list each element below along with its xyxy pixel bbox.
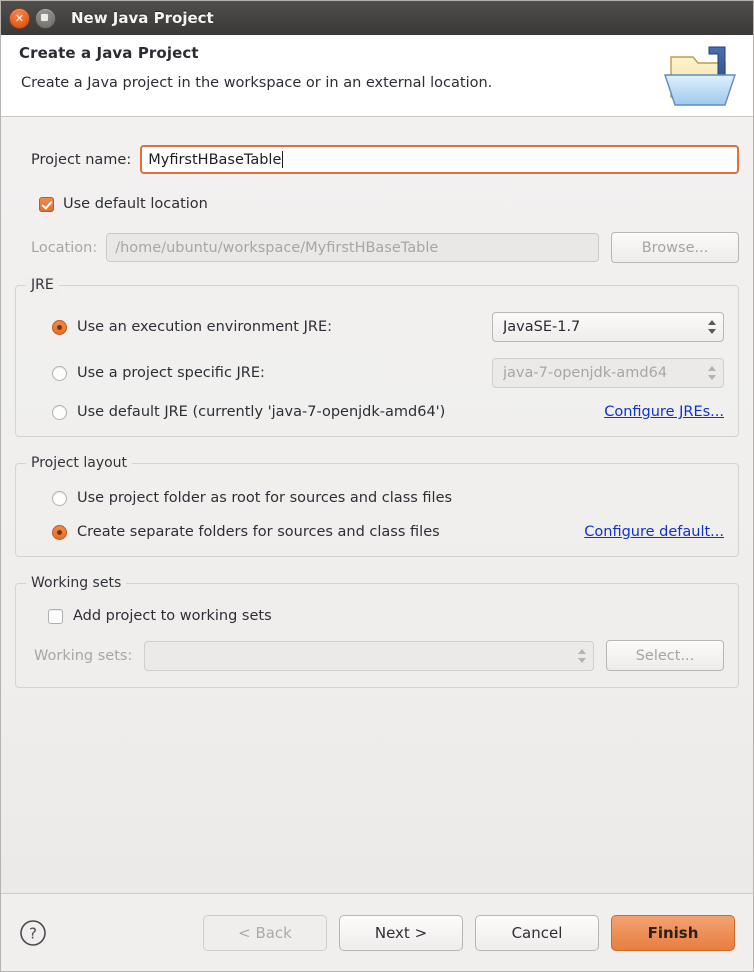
location-value: /home/ubuntu/workspace/MyfirstHBaseTable	[115, 239, 439, 256]
use-default-location-row[interactable]: Use default location	[15, 196, 739, 212]
help-icon[interactable]: ?	[19, 919, 47, 947]
project-name-label: Project name:	[31, 151, 132, 168]
next-button[interactable]: Next >	[339, 914, 463, 951]
location-label: Location:	[31, 239, 98, 256]
jre-execution-environment-radio[interactable]	[52, 319, 67, 335]
cancel-button[interactable]: Cancel	[475, 914, 599, 951]
maximize-glyph	[41, 13, 48, 21]
dialog-header: Create a Java Project Create a Java proj…	[1, 35, 753, 117]
layout-separate-folders-label: Create separate folders for sources and …	[77, 524, 440, 540]
maximize-icon[interactable]	[35, 7, 56, 29]
finish-button[interactable]: Finish	[611, 914, 735, 951]
back-button: < Back	[203, 914, 327, 951]
jre-option-execution-environment[interactable]: Use an execution environment JRE: JavaSE…	[30, 312, 724, 342]
jre-execution-environment-label: Use an execution environment JRE:	[77, 319, 333, 335]
chevron-updown-icon	[705, 366, 719, 380]
use-default-location-label: Use default location	[63, 196, 208, 212]
jre-option-project-specific[interactable]: Use a project specific JRE: java-7-openj…	[30, 358, 724, 388]
chevron-updown-icon	[575, 648, 589, 663]
project-layout-group: Project layout Use project folder as roo…	[15, 455, 739, 557]
close-glyph: ✕	[14, 11, 25, 25]
configure-jres-link[interactable]: Configure JREs...	[604, 404, 724, 420]
window-title: New Java Project	[71, 9, 214, 27]
new-java-project-dialog: ✕ New Java Project Create a Java Project…	[0, 0, 754, 972]
project-specific-jre-value: java-7-openjdk-amd64	[503, 365, 668, 381]
working-sets-row: Working sets: Select...	[30, 640, 724, 671]
project-name-row: Project name: MyfirstHBaseTable	[15, 145, 739, 174]
dialog-footer: ? < Back Next > Cancel Finish	[1, 893, 753, 971]
close-icon[interactable]: ✕	[9, 7, 30, 29]
svg-text:?: ?	[29, 924, 37, 942]
page-description: Create a Java project in the workspace o…	[21, 75, 493, 91]
working-sets-group: Working sets Add project to working sets…	[15, 575, 739, 688]
jre-project-specific-label: Use a project specific JRE:	[77, 365, 265, 381]
browse-button: Browse...	[611, 232, 739, 263]
project-layout-group-title: Project layout	[26, 455, 133, 471]
page-title: Create a Java Project	[19, 44, 199, 62]
execution-environment-combo[interactable]: JavaSE-1.7	[492, 312, 724, 342]
use-default-location-checkbox[interactable]	[39, 196, 54, 212]
jre-default-label: Use default JRE (currently 'java-7-openj…	[77, 404, 446, 420]
location-row: Location: /home/ubuntu/workspace/Myfirst…	[15, 232, 739, 263]
chevron-updown-icon[interactable]	[705, 320, 719, 334]
java-project-folder-icon	[653, 35, 749, 117]
working-sets-group-title: Working sets	[26, 575, 127, 591]
jre-project-specific-radio[interactable]	[52, 365, 67, 381]
add-project-to-working-sets-checkbox[interactable]	[48, 608, 63, 624]
layout-option-project-folder-root[interactable]: Use project folder as root for sources a…	[30, 490, 724, 506]
configure-default-link[interactable]: Configure default...	[584, 524, 724, 540]
working-sets-label: Working sets:	[34, 647, 133, 664]
window-titlebar: ✕ New Java Project	[1, 1, 753, 35]
project-specific-jre-combo: java-7-openjdk-amd64	[492, 358, 724, 388]
text-caret	[282, 151, 284, 168]
jre-group-title: JRE	[26, 277, 59, 293]
jre-option-default[interactable]: Use default JRE (currently 'java-7-openj…	[30, 404, 724, 420]
jre-default-radio[interactable]	[52, 404, 67, 420]
layout-separate-folders-radio[interactable]	[52, 524, 67, 540]
layout-project-folder-root-radio[interactable]	[52, 490, 67, 506]
add-project-to-working-sets-row[interactable]: Add project to working sets	[30, 608, 724, 624]
project-name-input[interactable]: MyfirstHBaseTable	[140, 145, 739, 174]
add-project-to-working-sets-label: Add project to working sets	[73, 608, 272, 624]
project-name-value: MyfirstHBaseTable	[148, 151, 282, 168]
layout-project-folder-root-label: Use project folder as root for sources a…	[77, 490, 453, 506]
execution-environment-value: JavaSE-1.7	[503, 319, 581, 335]
working-sets-combo	[144, 640, 594, 671]
layout-option-separate-folders[interactable]: Create separate folders for sources and …	[30, 524, 724, 540]
dialog-body: Project name: MyfirstHBaseTable Use defa…	[1, 117, 753, 893]
location-input: /home/ubuntu/workspace/MyfirstHBaseTable	[106, 233, 599, 262]
select-working-sets-button: Select...	[606, 640, 724, 671]
jre-group: JRE Use an execution environment JRE: Ja…	[15, 277, 739, 437]
